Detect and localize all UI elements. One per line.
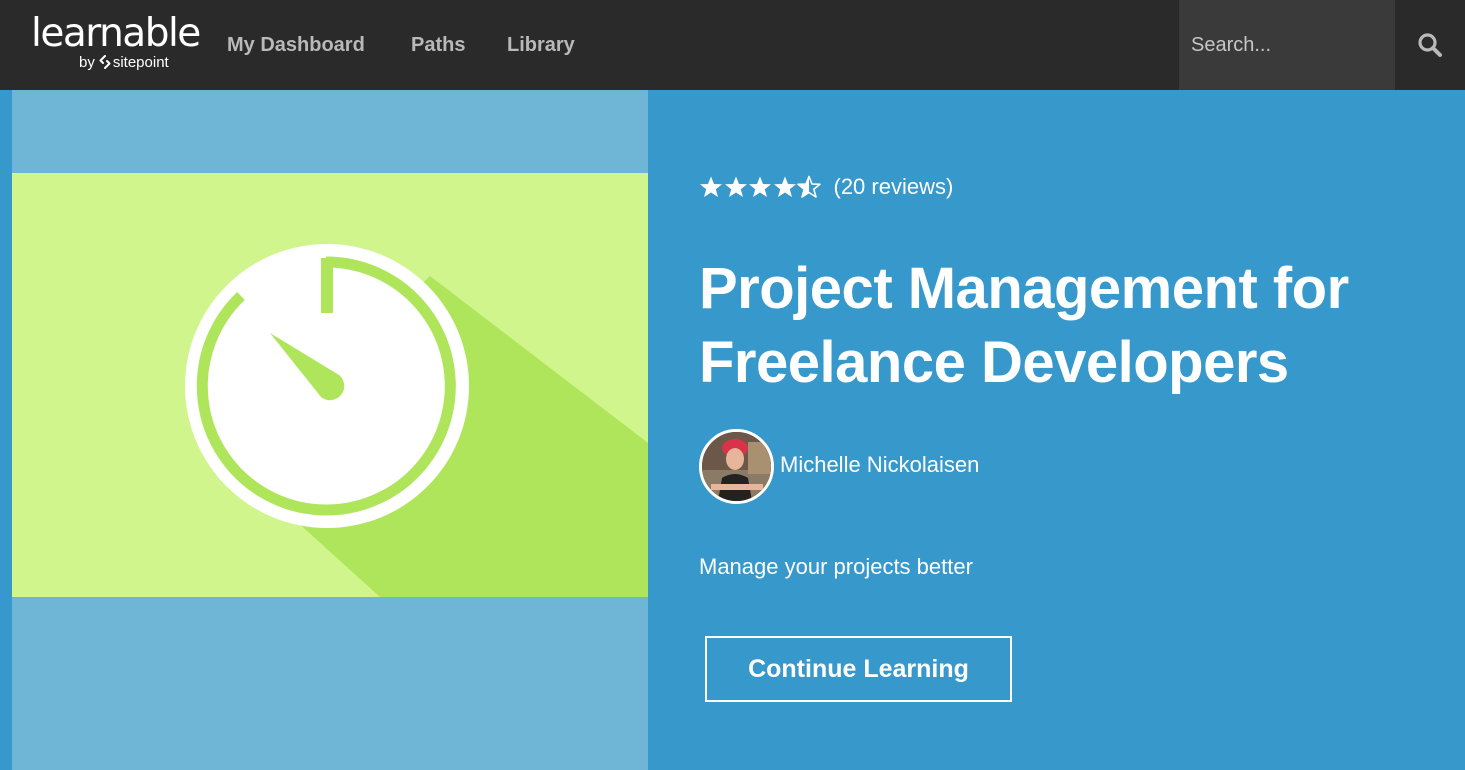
logo-byline: by sitepoint <box>79 54 169 72</box>
star-full-icon <box>773 176 796 197</box>
star-full-icon <box>724 176 747 197</box>
stopwatch-icon <box>185 244 648 597</box>
star-full-icon <box>749 176 771 197</box>
reviews-count[interactable]: (20 reviews) <box>834 174 954 200</box>
logo-sitepoint-text: sitepoint <box>112 54 169 71</box>
nav-paths[interactable]: Paths <box>411 0 465 90</box>
sitepoint-mark-icon <box>99 55 111 69</box>
star-full-icon <box>700 176 722 197</box>
logo-wordmark: learnable <box>31 11 201 56</box>
continue-learning-button[interactable]: Continue Learning <box>705 636 1012 702</box>
course-title-line-1: Project Management for <box>699 256 1349 321</box>
logo-by-text: by <box>79 54 95 71</box>
star-half-icon <box>797 175 821 198</box>
course-tagline: Manage your projects better <box>699 554 973 579</box>
nav-library[interactable]: Library <box>507 0 575 90</box>
left-edge-strip <box>0 90 12 770</box>
course-cover-image <box>12 173 648 597</box>
course-rating: (20 reviews) <box>699 172 953 202</box>
author-photo <box>702 432 771 501</box>
learnable-logo[interactable]: learnable by sitepoint <box>31 14 201 76</box>
author-avatar <box>699 429 774 504</box>
course-title-line-2: Freelance Developers <box>699 330 1289 395</box>
nav-my-dashboard[interactable]: My Dashboard <box>227 0 365 90</box>
course-title: Project Management for Freelance Develop… <box>699 252 1439 400</box>
search-icon <box>1418 33 1442 57</box>
course-author[interactable]: Michelle Nickolaisen <box>699 429 979 504</box>
top-navbar: learnable by sitepoint My Dashboard Paths… <box>0 0 1465 90</box>
search-button[interactable] <box>1395 0 1465 90</box>
search-input[interactable] <box>1179 0 1395 90</box>
author-name: Michelle Nickolaisen <box>780 451 980 477</box>
